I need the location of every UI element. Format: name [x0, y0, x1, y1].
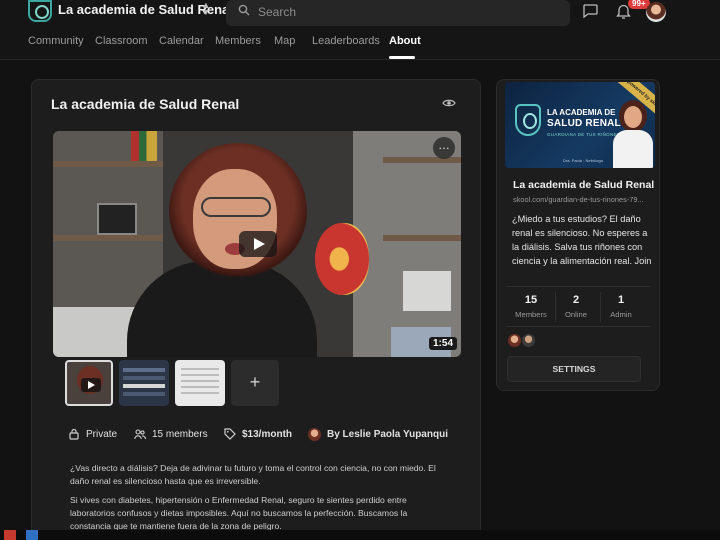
stat-value: 1 — [617, 294, 625, 306]
video-duration: 1:54 — [429, 337, 458, 350]
video-shelf — [53, 161, 163, 167]
app-icon[interactable] — [4, 530, 16, 540]
user-avatar[interactable] — [646, 2, 666, 22]
plus-icon: + — [249, 372, 261, 392]
divider — [507, 326, 651, 327]
switch-group-icon[interactable]: ▲ ▼ — [200, 1, 212, 18]
chat-icon[interactable] — [582, 4, 598, 18]
group-banner: LA ACADEMIA DE SALUD RENAL GUARDIANA DE … — [505, 82, 655, 168]
nav-tabs: Community Classroom Calendar Members Map… — [0, 30, 720, 60]
more-icon[interactable]: … — [433, 137, 455, 159]
video-books — [131, 131, 157, 161]
about-card: La academia de Salud Renal … 1:54 + Priv… — [31, 79, 481, 540]
stat-label: Admin — [610, 310, 632, 319]
member-avatar[interactable] — [508, 334, 521, 347]
video-background-right — [353, 131, 461, 357]
group-description: ¿Vas directo a diálisis? Deja de adivina… — [70, 462, 450, 539]
banner-title-line2: SALUD RENAL — [547, 118, 621, 129]
video-picture-frame — [97, 203, 137, 235]
price-info: $13/month — [224, 428, 292, 440]
tag-icon — [224, 428, 236, 440]
video-printer — [403, 271, 451, 311]
active-tab-indicator — [389, 56, 415, 59]
privacy-info: Private — [68, 428, 117, 440]
media-thumbnail[interactable] — [119, 360, 169, 406]
privacy-label: Private — [86, 428, 118, 440]
tab-calendar[interactable]: Calendar — [159, 35, 204, 47]
banner-person-face — [624, 106, 642, 128]
group-url[interactable]: skool.com/guardian-de-tus-rinones-79... — [513, 195, 653, 204]
tab-map[interactable]: Map — [274, 35, 295, 47]
description-paragraph: Si vives con diabetes, hipertensión o En… — [70, 495, 408, 531]
video-shelf — [53, 235, 163, 241]
banner-subtitle: GUARDIANA DE TUS RIÑONES — [547, 132, 621, 137]
kidney-shield-icon — [515, 104, 541, 136]
side-group-title: La academia de Salud Renal — [513, 179, 655, 191]
stat-admin[interactable]: 1 Admin — [599, 294, 643, 319]
presenter-glasses — [201, 197, 271, 217]
group-info-card: LA ACADEMIA DE SALUD RENAL GUARDIANA DE … — [496, 79, 660, 391]
banner-title-line1: LA ACADEMIA DE — [547, 108, 616, 117]
play-icon — [81, 378, 101, 392]
page-title: La academia de Salud Renal — [51, 96, 240, 112]
description-paragraph: ¿Vas directo a diálisis? Deja de adivina… — [70, 463, 436, 486]
creator-label: By Leslie Paola Yupanqui — [327, 429, 448, 440]
app-icon[interactable] — [26, 530, 38, 540]
add-media-button[interactable]: + — [231, 360, 279, 406]
members-label: 15 members — [152, 428, 208, 440]
banner-caption: Dra. Paola · Nefróloga — [563, 158, 603, 163]
stat-online[interactable]: 2 Online — [554, 294, 598, 319]
search-bar[interactable] — [226, 0, 570, 26]
media-thumbnail[interactable] — [65, 360, 113, 406]
banner-photo — [613, 100, 653, 168]
stat-label: Online — [565, 310, 587, 319]
logo-icon[interactable] — [28, 0, 52, 22]
side-description: ¿Miedo a tus estudios? El daño renal es … — [512, 214, 652, 266]
stat-members[interactable]: 15 Members — [509, 294, 553, 319]
play-icon[interactable] — [239, 231, 277, 257]
stat-value: 2 — [572, 294, 580, 306]
video-shelf — [383, 157, 461, 163]
stat-value: 15 — [524, 294, 538, 306]
member-avatar[interactable] — [522, 334, 535, 347]
os-taskbar — [0, 530, 720, 540]
stat-label: Members — [515, 310, 547, 319]
tab-members[interactable]: Members — [215, 35, 261, 47]
tab-leaderboards[interactable]: Leaderboards — [312, 35, 380, 47]
members-info[interactable]: 15 members — [134, 428, 208, 440]
search-icon — [238, 4, 250, 16]
intro-video[interactable]: … 1:54 — [53, 131, 461, 357]
video-shelf — [383, 235, 461, 241]
eye-icon[interactable] — [442, 98, 456, 108]
creator-avatar — [308, 428, 321, 441]
price-label: $13/month — [242, 428, 293, 440]
media-thumbnail[interactable] — [175, 360, 225, 406]
settings-button[interactable]: SETTINGS — [507, 356, 641, 382]
search-input[interactable] — [258, 3, 558, 21]
tab-classroom[interactable]: Classroom — [95, 35, 148, 47]
tab-community[interactable]: Community — [28, 35, 84, 47]
divider — [507, 286, 651, 287]
top-header: La academia de Salud Renal ▲▼ 99+ — [0, 0, 720, 30]
creator-info[interactable]: By Leslie Paola Yupanqui — [308, 428, 448, 441]
kidney-model — [315, 223, 369, 295]
members-icon — [134, 429, 146, 440]
banner-person-coat — [613, 130, 653, 168]
tab-about[interactable]: About — [389, 35, 421, 47]
lock-icon — [69, 428, 79, 440]
